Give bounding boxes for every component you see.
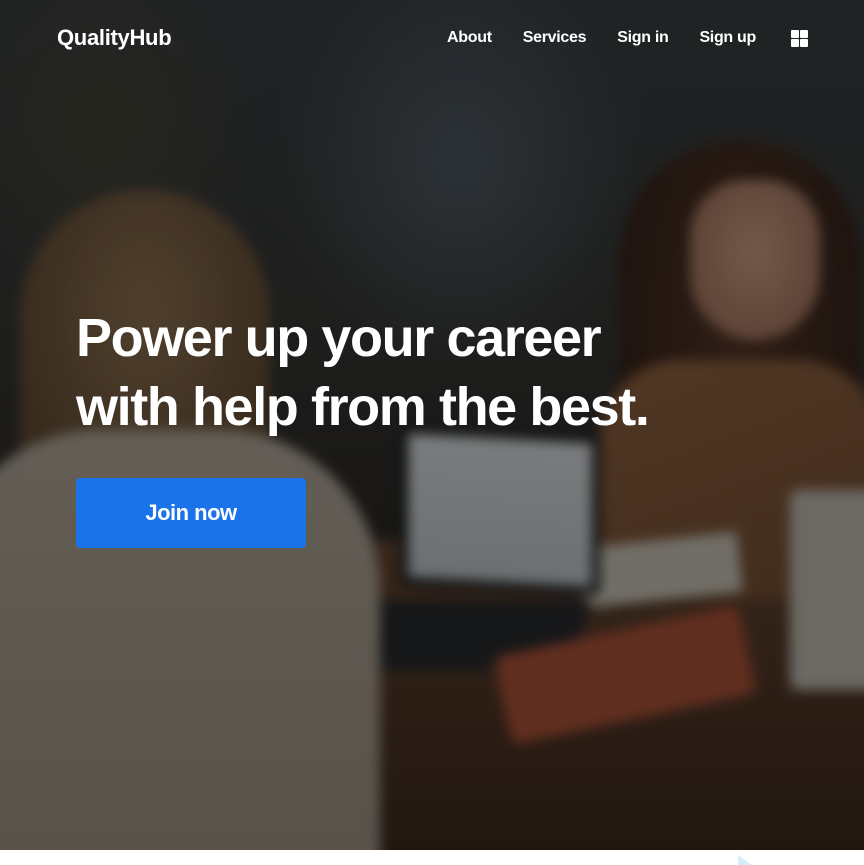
hero-headline-line-1: Power up your career — [76, 308, 602, 368]
nav-link-sign-in[interactable]: Sign in — [617, 29, 669, 47]
nav-links: About Services Sign in Sign up — [447, 29, 756, 47]
nav-link-about[interactable]: About — [447, 29, 492, 47]
hero-headline: Power up your career with help from the … — [76, 304, 756, 442]
brand-logo[interactable]: QualityHub — [57, 25, 172, 51]
grid-menu-icon[interactable] — [791, 29, 808, 47]
top-navbar: QualityHub About Services Sign in Sign u… — [0, 0, 864, 76]
join-now-button[interactable]: Join now — [76, 478, 306, 548]
hero-headline-line-2: with help from the best. — [76, 377, 650, 437]
nav-link-sign-up[interactable]: Sign up — [699, 29, 756, 47]
hero-section: QualityHub About Services Sign in Sign u… — [0, 0, 864, 850]
decorative-shape — [738, 855, 752, 865]
nav-link-services[interactable]: Services — [523, 29, 587, 47]
below-fold-section — [0, 850, 864, 865]
